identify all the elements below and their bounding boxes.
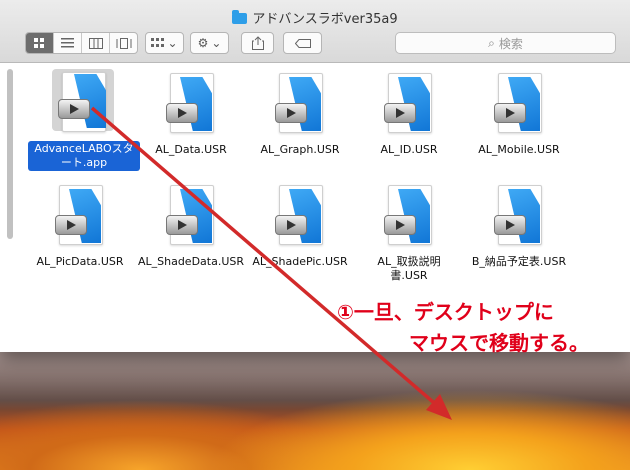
window-title: アドバンスラボver35a9 bbox=[0, 8, 630, 27]
search-placeholder: 検索 bbox=[498, 36, 523, 51]
list-view-icon bbox=[61, 38, 74, 48]
app-icon bbox=[52, 69, 114, 132]
list-view-button[interactable] bbox=[54, 33, 82, 53]
icon-view-icon bbox=[34, 37, 44, 48]
file-label: AL_取扱説明書.USR bbox=[377, 255, 441, 282]
file-label: AL_Data.USR bbox=[155, 143, 227, 156]
file-item[interactable]: AL_Graph.USR bbox=[245, 73, 355, 157]
document-icon bbox=[384, 73, 434, 133]
vertical-scrollbar[interactable] bbox=[7, 69, 13, 239]
annotation-line-1: ①一旦、デスクトップに bbox=[337, 300, 554, 324]
share-icon bbox=[251, 36, 264, 50]
grid-icon bbox=[151, 38, 165, 47]
column-view-icon bbox=[88, 37, 103, 49]
gallery-view-icon bbox=[116, 37, 131, 49]
search-field[interactable]: ⌕ 検索 bbox=[395, 32, 616, 54]
tag-icon bbox=[294, 38, 311, 48]
folder-icon bbox=[232, 10, 248, 24]
document-icon bbox=[275, 185, 325, 245]
file-item[interactable]: AL_PicData.USR bbox=[25, 185, 135, 269]
chevron-down-icon: ⌄ bbox=[167, 36, 178, 50]
tag-button[interactable] bbox=[283, 32, 322, 54]
file-label: AL_Mobile.USR bbox=[478, 143, 560, 156]
document-icon bbox=[55, 185, 105, 245]
wallpaper-mist bbox=[0, 350, 630, 410]
search-icon: ⌕ bbox=[488, 35, 495, 50]
arrange-button[interactable]: ⌄ bbox=[145, 32, 184, 54]
icon-view-button[interactable] bbox=[26, 33, 54, 53]
document-icon bbox=[494, 185, 544, 245]
share-button[interactable] bbox=[241, 32, 274, 54]
file-item[interactable]: AL_Data.USR bbox=[136, 73, 246, 157]
document-icon bbox=[494, 73, 544, 133]
file-item[interactable]: AL_ShadePic.USR bbox=[245, 185, 355, 269]
file-label: B_納品予定表.USR bbox=[471, 255, 567, 268]
file-label: AL_ShadePic.USR bbox=[252, 255, 348, 268]
chevron-down-icon: ⌄ bbox=[211, 36, 222, 50]
gear-icon: ⚙ bbox=[197, 36, 209, 50]
annotation-line-2: マウスで移動する。 bbox=[409, 331, 589, 355]
file-item[interactable]: AL_ID.USR bbox=[354, 73, 464, 157]
file-item[interactable]: AL_ShadeData.USR bbox=[136, 185, 246, 269]
file-item[interactable]: AL_取扱説明書.USR bbox=[354, 185, 464, 283]
action-button[interactable]: ⚙ ⌄ bbox=[190, 32, 229, 54]
file-label: AL_ID.USR bbox=[380, 143, 438, 156]
gallery-view-button[interactable] bbox=[110, 33, 137, 53]
document-icon bbox=[166, 185, 216, 245]
view-mode-control bbox=[25, 32, 138, 54]
file-label: AL_PicData.USR bbox=[36, 255, 124, 268]
file-item[interactable]: B_納品予定表.USR bbox=[464, 185, 574, 269]
document-icon bbox=[166, 73, 216, 133]
document-icon bbox=[275, 73, 325, 133]
file-label: AL_ShadeData.USR bbox=[137, 255, 245, 268]
file-item[interactable]: AL_Mobile.USR bbox=[464, 73, 574, 157]
file-item[interactable]: AdvanceLABOスタート.app bbox=[28, 69, 140, 171]
file-label: AdvanceLABOスタート.app bbox=[28, 141, 140, 171]
column-view-button[interactable] bbox=[82, 33, 110, 53]
file-label: AL_Graph.USR bbox=[260, 143, 340, 156]
titlebar[interactable]: アドバンスラボver35a9 ⌄ ⚙ ⌄ ⌕ 検索 bbox=[0, 0, 630, 63]
document-icon bbox=[384, 185, 434, 245]
